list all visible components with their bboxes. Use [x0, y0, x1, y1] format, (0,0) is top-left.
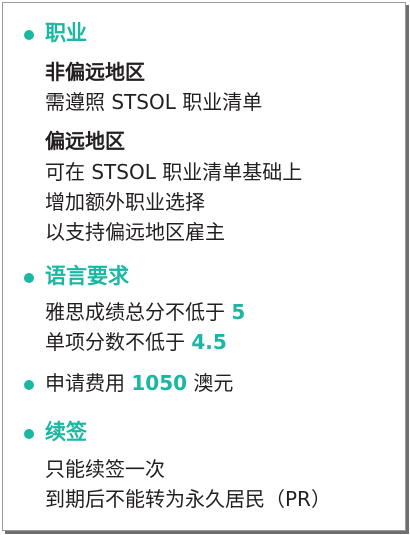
bullet-icon	[24, 429, 34, 439]
language-overall-text: 雅思成绩总分不低于	[45, 300, 232, 324]
fee-text: 申请费用	[45, 371, 132, 395]
fee-value: 1050	[131, 371, 188, 395]
text-line: 到期后不能转为永久居民（PR）	[45, 487, 331, 511]
language-overall-value: 5	[231, 300, 246, 324]
fee-suffix: 澳元	[187, 371, 234, 395]
bullet-icon	[24, 273, 34, 283]
section-title-renewal: 续签	[45, 420, 87, 444]
bullet-icon	[24, 30, 34, 40]
text-line: 只能续签一次	[45, 457, 165, 481]
subtitle-remote: 偏远地区	[45, 129, 125, 153]
language-single-text: 单项分数不低于	[45, 330, 192, 354]
text-line: 以支持偏远地区雇主	[45, 220, 225, 244]
info-card: 职业 非偏远地区 需遵照 STSOL 职业清单 偏远地区 可在 STSOL 职业…	[2, 2, 406, 531]
fee-line: 申请费用 1050 澳元	[45, 369, 233, 397]
text-line: 增加额外职业选择	[45, 190, 205, 214]
text-line: 可在 STSOL 职业清单基础上	[45, 160, 303, 184]
section-title-language: 语言要求	[45, 264, 129, 288]
language-single-value: 4.5	[191, 330, 227, 354]
bullet-icon	[24, 380, 34, 390]
text-line: 需遵照 STSOL 职业清单	[45, 90, 263, 114]
section-title-occupation: 职业	[45, 21, 87, 45]
language-single-line: 单项分数不低于 4.5	[45, 328, 227, 356]
subtitle-non-remote: 非偏远地区	[45, 60, 145, 84]
language-overall-line: 雅思成绩总分不低于 5	[45, 298, 245, 326]
